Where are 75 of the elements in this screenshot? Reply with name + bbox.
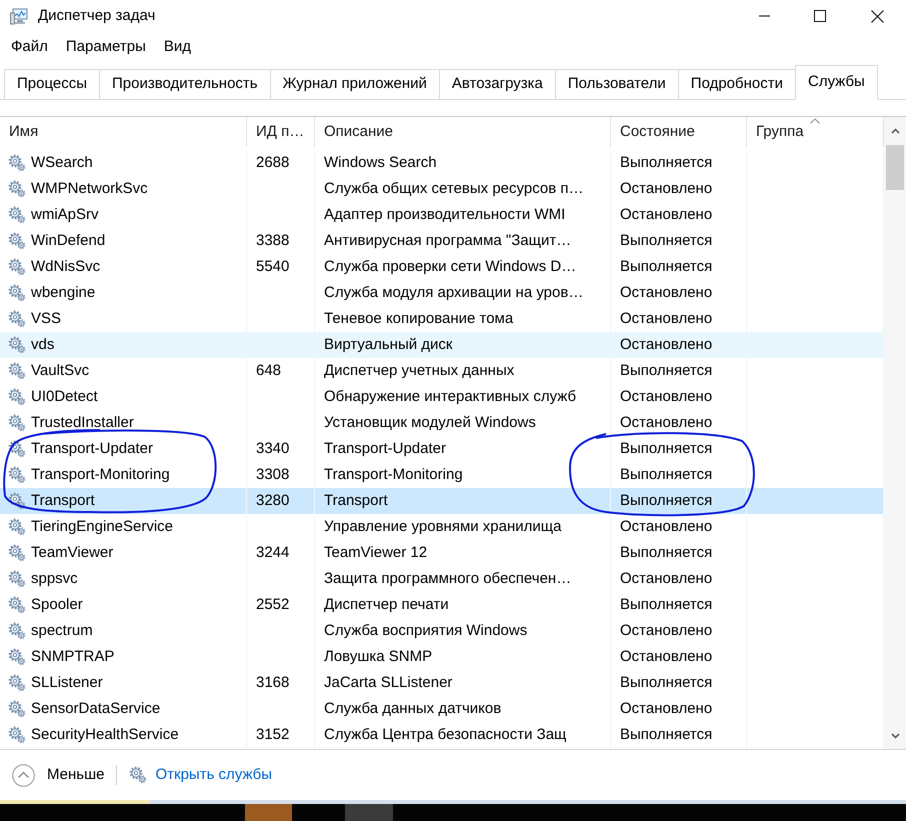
- gear-icon: [8, 700, 26, 718]
- service-name: Transport-Updater: [31, 438, 153, 459]
- gear-icon: [8, 414, 26, 432]
- service-name: vds: [31, 334, 54, 355]
- gear-icon: [8, 180, 26, 198]
- column-header[interactable]: ИД п…: [247, 117, 315, 147]
- service-name: Transport-Monitoring: [31, 464, 170, 485]
- service-name: wmiApSrv: [31, 204, 99, 225]
- column-header[interactable]: Состояние: [611, 117, 747, 147]
- gear-icon: [8, 674, 26, 692]
- monitor-graph-icon: [10, 8, 28, 24]
- gear-icon: [8, 336, 26, 354]
- table-cell: Служба Центра безопасности Защ: [315, 722, 611, 748]
- menu-item[interactable]: Файл: [2, 34, 57, 60]
- chevron-up-icon[interactable]: [890, 128, 900, 134]
- taskbar-button[interactable]: [245, 804, 292, 821]
- gear-icon: [8, 232, 26, 250]
- tab[interactable]: Службы: [794, 65, 878, 100]
- gear-icon: [8, 492, 26, 510]
- service-name: SNMPTRAP: [31, 646, 114, 667]
- menu-item[interactable]: Вид: [154, 34, 200, 60]
- service-row[interactable]: Transport 3280 Transport Выполняется: [0, 488, 884, 514]
- gear-icon: [8, 518, 26, 536]
- tab[interactable]: Процессы: [4, 69, 100, 99]
- gear-icon: [8, 362, 26, 380]
- chevron-down-icon[interactable]: [890, 733, 900, 739]
- gear-icon: [8, 388, 26, 406]
- service-name: WSearch: [31, 152, 93, 173]
- service-name: sppsvc: [31, 568, 78, 589]
- service-name: wbengine: [31, 282, 96, 303]
- minimize-icon: [758, 15, 770, 17]
- gear-icon: [8, 622, 26, 640]
- table-cell: Выполняется: [611, 722, 747, 748]
- gear-icon: [8, 206, 26, 224]
- service-name: WinDefend: [31, 230, 106, 251]
- service-name: spectrum: [31, 620, 93, 641]
- service-name: SecurityHealthService: [31, 724, 179, 745]
- column-header[interactable]: Описание: [315, 117, 611, 147]
- service-name: Spooler: [31, 594, 83, 615]
- gear-icon: [8, 726, 26, 744]
- service-name: TeamViewer: [31, 542, 114, 563]
- service-name: WdNisSvc: [31, 256, 100, 277]
- gear-icon: [8, 258, 26, 276]
- gear-icon: [8, 284, 26, 302]
- gear-icon: [8, 570, 26, 588]
- gear-icon: [129, 766, 148, 784]
- service-name: WMPNetworkSvc: [31, 178, 148, 199]
- service-name: TieringEngineService: [31, 516, 174, 537]
- service-name: UI0Detect: [31, 386, 98, 407]
- menu-item[interactable]: Параметры: [56, 34, 155, 60]
- gear-icon: [8, 154, 26, 172]
- service-row[interactable]: vds Виртуальный диск Остановлено: [0, 332, 884, 358]
- service-name: Transport: [31, 490, 95, 511]
- gear-icon: [8, 596, 26, 614]
- gear-icon: [8, 310, 26, 328]
- table-cell: 3152: [247, 722, 315, 748]
- gear-icon: [8, 440, 26, 458]
- scrollbar-thumb[interactable]: [886, 145, 904, 190]
- maximize-icon: [814, 10, 826, 22]
- service-name: VaultSvc: [31, 360, 90, 381]
- fewer-details-button[interactable]: Меньше: [12, 761, 104, 789]
- scrollbar[interactable]: [884, 117, 906, 749]
- gear-icon: [8, 466, 26, 484]
- chevron-up-circle-icon: [12, 764, 35, 786]
- service-name: VSS: [31, 308, 62, 329]
- taskbar-button[interactable]: [345, 804, 393, 821]
- close-icon: [870, 10, 884, 22]
- gear-icon: [8, 544, 26, 562]
- service-name: TrustedInstaller: [31, 412, 134, 433]
- column-header[interactable]: Имя: [0, 117, 247, 147]
- window-title: Диспетчер задач: [38, 6, 156, 26]
- service-name: SensorDataService: [31, 698, 160, 719]
- gear-icon: [8, 648, 26, 666]
- service-name: SLListener: [31, 672, 103, 693]
- open-services-link[interactable]: Открыть службы: [129, 761, 272, 789]
